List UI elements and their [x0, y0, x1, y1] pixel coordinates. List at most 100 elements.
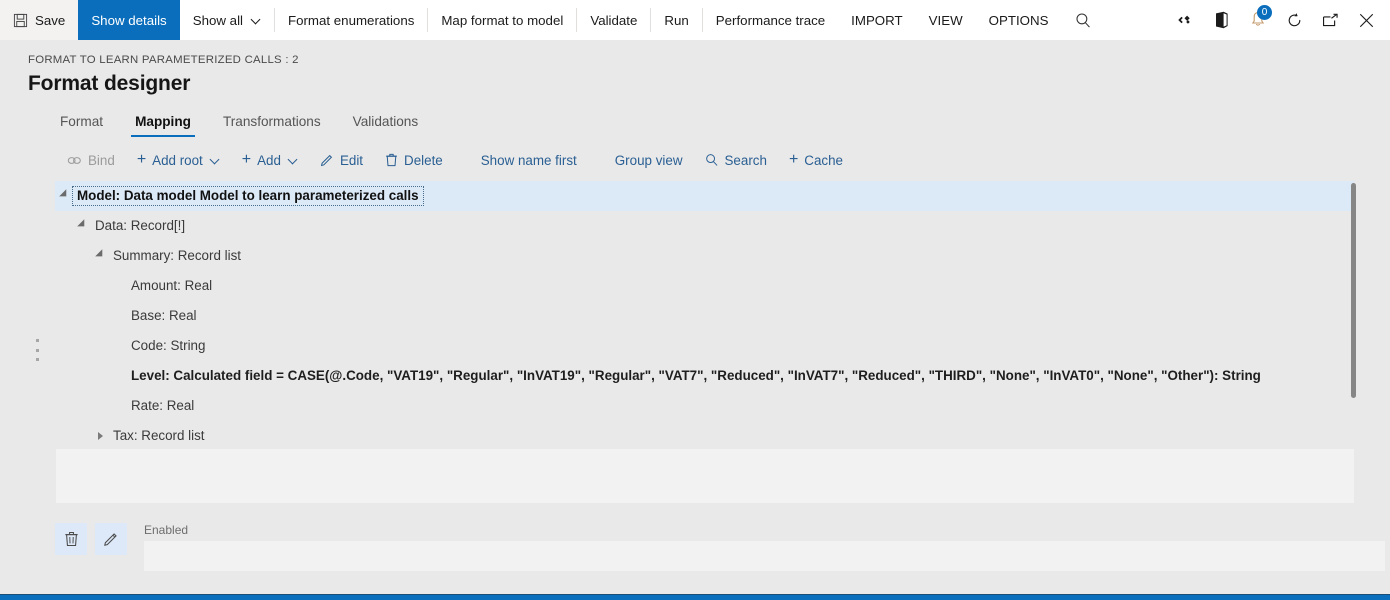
tree-node-label: Model: Data model Model to learn paramet…: [72, 186, 424, 206]
table-row[interactable]: Code: String: [55, 331, 1354, 361]
tab-format[interactable]: Format: [44, 110, 119, 137]
notifications-bell-icon[interactable]: 0: [1240, 0, 1276, 40]
edit-button[interactable]: Edit: [309, 150, 374, 171]
breadcrumb: FORMAT TO LEARN PARAMETERIZED CALLS : 2: [28, 54, 299, 66]
tree-action-bar: Bind + Add root + Add Edit Delete Show n…: [0, 137, 1390, 171]
chevron-collapsed-icon[interactable]: [91, 432, 109, 440]
save-button[interactable]: Save: [0, 0, 79, 40]
table-row[interactable]: Amount: Real: [55, 271, 1354, 301]
notification-count-badge: 0: [1257, 5, 1272, 20]
view-label: VIEW: [928, 12, 963, 28]
topbar-commands: Save Show details Show all Format enumer…: [0, 0, 1101, 40]
tab-transformations[interactable]: Transformations: [207, 110, 337, 137]
footer-toolbar: Enabled: [0, 523, 1390, 571]
edit-icon-button[interactable]: [95, 523, 127, 555]
chevron-expanded-icon[interactable]: [73, 221, 91, 231]
chevron-down-icon: [252, 16, 261, 25]
link-icon: [67, 155, 82, 166]
validate-label: Validate: [590, 12, 638, 28]
table-row[interactable]: Base: Real: [55, 301, 1354, 331]
table-row[interactable]: Data: Record[!]: [55, 211, 1354, 241]
search-label: Search: [724, 152, 767, 168]
tab-mapping-label: Mapping: [135, 114, 191, 129]
chevron-down-icon: [289, 156, 298, 165]
format-enumerations-button[interactable]: Format enumerations: [275, 0, 427, 40]
save-icon: [13, 13, 28, 28]
enabled-field-input[interactable]: [144, 541, 1385, 571]
table-row[interactable]: Tax: Record list: [55, 421, 1354, 449]
performance-trace-button[interactable]: Performance trace: [703, 0, 838, 40]
office-app-icon[interactable]: [1204, 0, 1240, 40]
bind-label: Bind: [88, 152, 115, 168]
delete-icon-button[interactable]: [55, 523, 87, 555]
popout-icon[interactable]: [1312, 0, 1348, 40]
cache-button[interactable]: + Cache: [778, 149, 854, 171]
bind-button[interactable]: Bind: [56, 150, 126, 171]
plus-icon: +: [788, 150, 799, 168]
page-title: Format designer: [28, 72, 191, 95]
trash-icon: [64, 531, 79, 547]
show-all-label: Show all: [192, 12, 243, 28]
trash-icon: [385, 153, 398, 167]
search-icon[interactable]: [1065, 0, 1101, 40]
code-diamonds-icon[interactable]: [1168, 0, 1204, 40]
tab-mapping[interactable]: Mapping: [119, 110, 207, 137]
validate-button[interactable]: Validate: [577, 0, 650, 40]
performance-trace-label: Performance trace: [715, 12, 826, 28]
show-name-first-button[interactable]: Show name first: [470, 150, 588, 171]
map-format-to-model-button[interactable]: Map format to model: [428, 0, 576, 40]
tree-node-label: Rate: Real: [131, 398, 195, 413]
tree-node-label: Code: String: [131, 338, 206, 353]
plus-icon: +: [136, 150, 147, 168]
pencil-icon: [103, 531, 119, 547]
show-name-first-label: Show name first: [480, 152, 577, 168]
delete-button[interactable]: Delete: [374, 150, 454, 171]
run-label: Run: [664, 12, 689, 28]
tab-format-label: Format: [60, 114, 104, 129]
tree-node-label: Summary: Record list: [113, 248, 241, 263]
search-button[interactable]: Search: [694, 150, 778, 171]
status-bar: [0, 594, 1390, 600]
add-root-button[interactable]: + Add root: [126, 149, 231, 171]
table-row[interactable]: Rate: Real: [55, 391, 1354, 421]
add-button[interactable]: + Add: [231, 149, 309, 171]
show-details-label: Show details: [91, 12, 167, 28]
options-label: OPTIONS: [988, 12, 1049, 28]
chevron-expanded-icon[interactable]: [55, 191, 73, 201]
table-row[interactable]: Level: Calculated field = CASE(@.Code, "…: [55, 361, 1354, 391]
map-format-to-model-label: Map format to model: [441, 12, 564, 28]
table-row[interactable]: Summary: Record list: [55, 241, 1354, 271]
show-details-button[interactable]: Show details: [78, 0, 180, 40]
save-label: Save: [35, 12, 66, 28]
tab-validations-label: Validations: [352, 114, 419, 129]
import-menu[interactable]: IMPORT: [838, 0, 915, 40]
topbar-system-icons: 0: [1168, 0, 1390, 40]
enabled-field-group: Enabled: [144, 523, 1390, 571]
tree-node-label: Data: Record[!]: [95, 218, 186, 233]
options-menu[interactable]: OPTIONS: [976, 0, 1062, 40]
top-navigation-bar: Save Show details Show all Format enumer…: [0, 0, 1390, 40]
close-icon[interactable]: [1348, 0, 1384, 40]
format-designer-window: Save Show details Show all Format enumer…: [0, 0, 1390, 600]
import-label: IMPORT: [851, 12, 903, 28]
chevron-expanded-icon[interactable]: [91, 251, 109, 261]
group-view-button[interactable]: Group view: [604, 150, 694, 171]
cache-label: Cache: [804, 152, 843, 168]
page-content: FORMAT TO LEARN PARAMETERIZED CALLS : 2 …: [0, 40, 1390, 600]
enabled-field-label: Enabled: [144, 523, 189, 537]
show-all-dropdown[interactable]: Show all: [180, 0, 274, 40]
table-row[interactable]: Model: Data model Model to learn paramet…: [55, 181, 1354, 211]
edit-label: Edit: [339, 152, 364, 168]
tree-node-label: Tax: Record list: [113, 428, 205, 443]
tree-node-label: Base: Real: [131, 308, 197, 323]
tree-scrollbar[interactable]: [1348, 183, 1358, 431]
tree-scrollbar-thumb[interactable]: [1351, 183, 1356, 398]
refresh-icon[interactable]: [1276, 0, 1312, 40]
tab-validations[interactable]: Validations: [337, 110, 435, 137]
view-menu[interactable]: VIEW: [916, 0, 976, 40]
tree-node-label: Amount: Real: [131, 278, 213, 293]
splitter-grip-handle[interactable]: [33, 339, 41, 361]
run-button[interactable]: Run: [651, 0, 701, 40]
pencil-icon: [320, 153, 334, 167]
search-icon: [705, 153, 719, 167]
